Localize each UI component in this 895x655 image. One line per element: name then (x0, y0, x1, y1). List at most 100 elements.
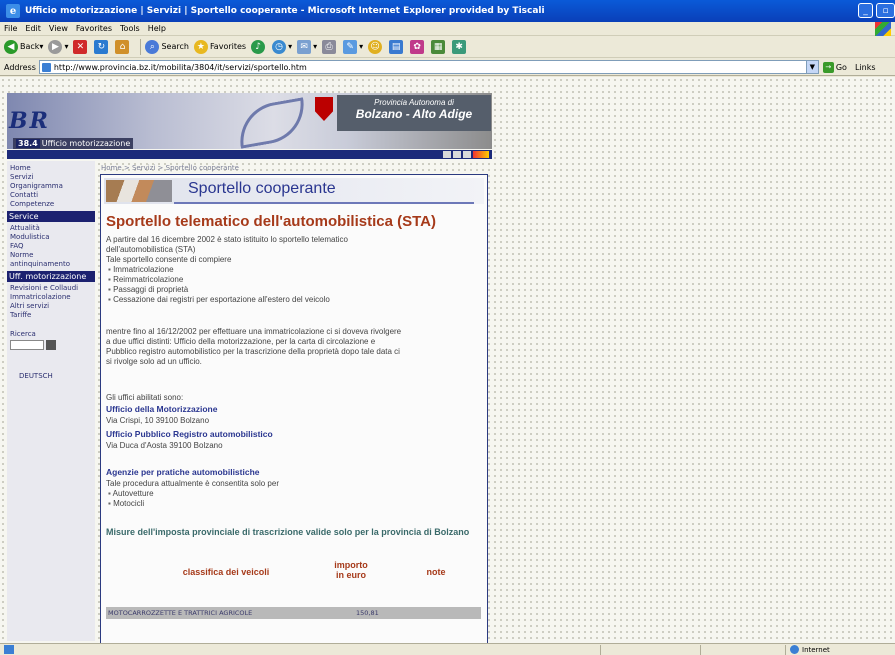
site-search (7, 340, 95, 350)
favorites-button[interactable]: ★ Favorites (193, 39, 246, 54)
nav-organigramma[interactable]: Organigramma (7, 182, 95, 191)
messenger-button[interactable]: ☺ (368, 39, 384, 54)
site-search-input[interactable] (10, 340, 44, 350)
forward-arrow-icon: ▶ (48, 39, 63, 54)
address-input[interactable]: http://www.provincia.bz.it/mobilita/3804… (38, 60, 819, 74)
tools-button[interactable]: ✱ (452, 39, 468, 54)
refresh-icon: ↻ (94, 39, 109, 54)
back-arrow-icon: ◀ (4, 39, 18, 54)
history-button[interactable]: ◷ ▾ (272, 39, 292, 54)
go-button[interactable]: → Go (822, 61, 847, 73)
menu-view[interactable]: View (49, 24, 68, 33)
history-icon: ◷ (272, 39, 287, 54)
site-banner: BR Provincia Autonoma di Bolzano - Alto … (7, 93, 492, 149)
maximize-button[interactable]: ▫ (876, 3, 895, 18)
table-row: MOTOCARROZZETTE E TRATTRICI AGRICOLE 150… (106, 607, 481, 619)
office1-link[interactable]: Ufficio della Motorizzazione (106, 404, 217, 414)
banner-swoosh (234, 97, 310, 149)
nav-tariffe[interactable]: Tariffe (7, 311, 95, 320)
page-heading: Sportello telematico dell'automobilistic… (106, 213, 436, 230)
print-page-icon[interactable] (443, 151, 451, 158)
coat-of-arms-icon (315, 97, 333, 121)
back-button[interactable]: ◀ Back ▾ (4, 39, 43, 54)
windows-logo-icon (875, 22, 891, 36)
mail-icon: ✉ (297, 39, 312, 54)
office2-address: Via Duca d'Aosta 39100 Bolzano (106, 441, 223, 450)
address-url: http://www.provincia.bz.it/mobilita/3804… (53, 62, 307, 72)
list-item: Autovetture (106, 489, 279, 499)
window-title: Ufficio motorizzazione | Servizi | Sport… (25, 6, 545, 16)
agencies-text: Tale procedura attualmente è consentita … (106, 479, 279, 509)
print-button[interactable]: ⎙ (322, 39, 338, 54)
search-button[interactable]: ⌕ Search (145, 39, 189, 54)
toolbar-separator (140, 38, 142, 55)
language-link-deutsch[interactable]: DEUTSCH (7, 372, 95, 380)
offices-label: Gli uffici abilitati sono: (106, 393, 184, 402)
menu-file[interactable]: File (4, 24, 17, 33)
address-dropdown-button[interactable]: ▼ (805, 61, 818, 73)
nav-section-service: Service (7, 211, 95, 222)
menu-edit[interactable]: Edit (25, 24, 41, 33)
search-icon: ⌕ (145, 39, 160, 54)
table-header-importo: importo in euro (334, 560, 368, 580)
nav-immatricolazione[interactable]: Immatricolazione (7, 293, 95, 302)
menu-favorites[interactable]: Favorites (76, 24, 112, 33)
nav-modulistica[interactable]: Modulistica (7, 233, 95, 242)
ie-icon: e (6, 4, 20, 18)
nav-home[interactable]: Home (7, 164, 95, 173)
top-strip (7, 150, 492, 159)
breadcrumb: Home > Servizi > Sportello cooperante (101, 164, 239, 172)
table-cell: 150,81 (356, 609, 379, 617)
tools-icon: ✱ (452, 39, 467, 54)
page-status-icon (4, 645, 14, 654)
nav-norme[interactable]: Norme antinquinamento (7, 251, 95, 269)
home-button[interactable]: ⌂ (115, 39, 131, 54)
content-panel: Sportello cooperante Sportello telematic… (100, 174, 488, 643)
media-icon: ♪ (251, 39, 266, 54)
mail-page-icon[interactable] (453, 151, 461, 158)
province-logo[interactable]: Provincia Autonoma di Bolzano - Alto Adi… (337, 95, 491, 131)
star-icon: ★ (193, 39, 208, 54)
office2-link[interactable]: Ufficio Pubblico Registro automobilistic… (106, 429, 273, 439)
nav-competenze[interactable]: Competenze (7, 200, 95, 209)
edit-button[interactable]: ✎ ▾ (343, 39, 363, 54)
list-item: Cessazione dai registri per esportazione… (106, 295, 348, 305)
top-strip-icons (443, 151, 489, 158)
sitemap-icon[interactable] (463, 151, 471, 158)
research-button[interactable]: ▤ (389, 39, 405, 54)
site-search-button[interactable] (46, 340, 56, 350)
left-navigation: Home Servizi Organigramma Contatti Compe… (7, 161, 95, 641)
language-flag-icon[interactable] (473, 151, 489, 158)
menu-tools[interactable]: Tools (120, 24, 140, 33)
nav-altri-servizi[interactable]: Altri servizi (7, 302, 95, 311)
page-viewport: BR Provincia Autonoma di Bolzano - Alto … (0, 77, 895, 643)
forward-button[interactable]: ▶ ▾ (48, 39, 68, 54)
list-item: Passaggi di proprietà (106, 285, 348, 295)
intro-text: A partire dal 16 dicembre 2002 è stato i… (106, 235, 348, 305)
tiscali-button[interactable]: ✿ (410, 39, 426, 54)
banner-underline (174, 202, 474, 204)
stop-button[interactable]: ✕ (73, 39, 89, 54)
banner-title: Sportello cooperante (188, 180, 336, 197)
nav-contatti[interactable]: Contatti (7, 191, 95, 200)
mail-button[interactable]: ✉ ▾ (297, 39, 317, 54)
nav-attualita[interactable]: Attualità (7, 224, 95, 233)
minimize-button[interactable]: _ (858, 3, 873, 18)
menu-bar: File Edit View Favorites Tools Help (0, 22, 895, 36)
stop-icon: ✕ (73, 39, 88, 54)
nav-faq[interactable]: FAQ (7, 242, 95, 251)
title-bar: e Ufficio motorizzazione | Servizi | Spo… (0, 0, 895, 22)
nav-revisioni[interactable]: Revisioni e Collaudi (7, 284, 95, 293)
site-logo: BR (9, 108, 50, 134)
links-button[interactable]: Links (855, 63, 876, 72)
menu-help[interactable]: Help (148, 24, 166, 33)
toolbar: ◀ Back ▾ ▶ ▾ ✕ ↻ ⌂ ⌕ Search ★ Favorites … (0, 36, 895, 58)
discuss-button[interactable]: ▦ (431, 39, 447, 54)
print-icon: ⎙ (322, 39, 337, 54)
address-bar: Address http://www.provincia.bz.it/mobil… (0, 59, 895, 76)
nav-servizi[interactable]: Servizi (7, 173, 95, 182)
refresh-button[interactable]: ↻ (94, 39, 110, 54)
tiscali-icon: ✿ (410, 39, 425, 54)
agencies-heading[interactable]: Agenzie per pratiche automobilistiche (106, 467, 260, 477)
media-button[interactable]: ♪ (251, 39, 267, 54)
